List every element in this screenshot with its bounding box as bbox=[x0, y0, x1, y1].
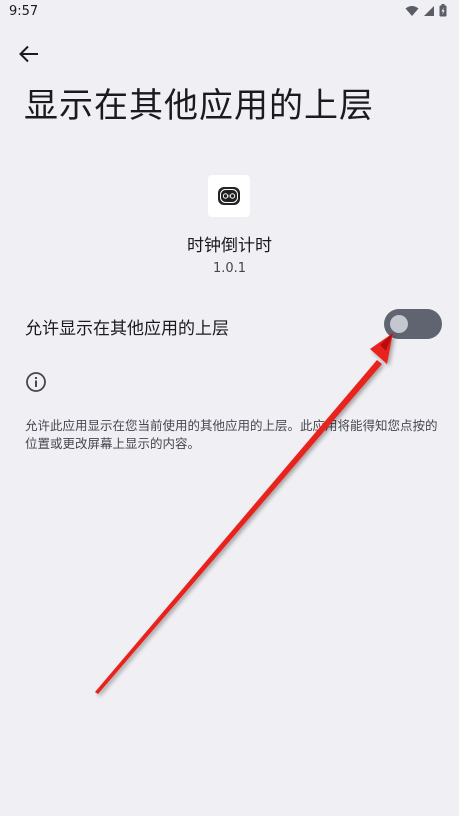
info-icon bbox=[26, 372, 46, 392]
permission-label: 允许显示在其他应用的上层 bbox=[25, 319, 229, 339]
battery-icon bbox=[439, 4, 447, 17]
permission-toggle-switch[interactable] bbox=[384, 309, 442, 339]
info-text: 允许此应用显示在您当前使用的其他应用的上层。此应用将能得知您点按的位置或更改屏幕… bbox=[25, 418, 438, 451]
status-bar: 9:57 bbox=[0, 0, 459, 26]
app-name: 时钟倒计时 bbox=[187, 236, 272, 256]
clock-app-icon bbox=[208, 175, 250, 217]
status-time: 9:57 bbox=[9, 4, 39, 19]
permission-toggle-row[interactable]: 允许显示在其他应用的上层 bbox=[0, 300, 459, 350]
wifi-icon bbox=[405, 5, 419, 16]
back-button[interactable] bbox=[14, 40, 44, 68]
page-title: 显示在其他应用的上层 bbox=[24, 86, 374, 126]
status-icons bbox=[405, 4, 447, 17]
app-version: 1.0.1 bbox=[212, 261, 247, 276]
signal-icon bbox=[424, 5, 434, 16]
toggle-thumb bbox=[390, 315, 408, 333]
arrow-back-icon bbox=[19, 45, 38, 63]
